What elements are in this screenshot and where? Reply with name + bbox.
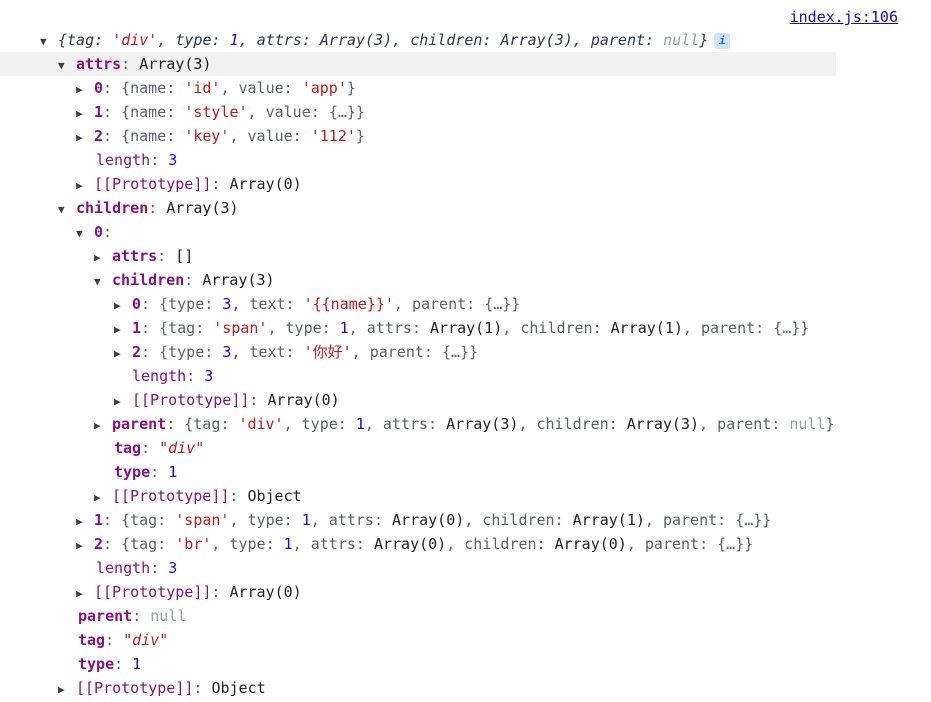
source-link[interactable]: index.js:106 (790, 8, 898, 26)
grandchild-row[interactable]: ▶ 0: {type: 3, text: '{{name}}', parent: … (0, 292, 931, 316)
expand-triangle-down-icon[interactable]: ▼ (58, 198, 76, 222)
children-row[interactable]: ▼ children: Array(3) (0, 196, 931, 220)
expand-triangle-right-icon[interactable]: ▶ (114, 390, 132, 414)
child-0-row[interactable]: ▼ 0: (0, 220, 931, 244)
expand-triangle-down-icon[interactable]: ▼ (58, 54, 76, 78)
child-0-attrs-row[interactable]: ▶ attrs: [] (0, 244, 931, 268)
grandchild-row[interactable]: ▶ 1: {tag: 'span', type: 1, attrs: Array(… (0, 316, 931, 340)
child-2-row[interactable]: ▶ 2: {tag: 'br', type: 1, attrs: Array(0)… (0, 532, 931, 556)
root-tag-row: tag: "div" (78, 631, 169, 649)
expand-triangle-down-icon[interactable]: ▼ (94, 270, 112, 294)
prototype-row[interactable]: ▶ [[Prototype]]: Array(0) (0, 172, 931, 196)
attr-item-row[interactable]: ▶ 2: {name: 'key', value: '112'} (0, 124, 931, 148)
root-parent-row: parent: null (78, 607, 187, 625)
property-key: attrs (76, 55, 122, 73)
child-0-parent-row[interactable]: ▶ parent: {tag: 'div', type: 1, attrs: Ar… (0, 412, 931, 436)
root-object-row[interactable]: ▼ {tag: 'div', type: 1, attrs: Array(3), … (0, 28, 931, 52)
expand-triangle-right-icon[interactable]: ▶ (94, 486, 112, 510)
attr-item-row[interactable]: ▶ 1: {name: 'style', value: {…}} (0, 100, 931, 124)
child-0-type-row: type: 1 (114, 463, 178, 481)
prototype-row[interactable]: ▶ [[Prototype]]: Object (0, 676, 931, 700)
expand-triangle-right-icon[interactable]: ▶ (58, 678, 76, 702)
expand-triangle-right-icon[interactable]: ▶ (76, 126, 94, 150)
child-0-tag-row: tag: "div" (114, 439, 205, 457)
expand-triangle-right-icon[interactable]: ▶ (114, 294, 132, 318)
grandchild-row[interactable]: ▶ 2: {type: 3, text: '你好', parent: {…}} (0, 340, 931, 364)
expand-triangle-right-icon[interactable]: ▶ (76, 582, 94, 606)
info-icon[interactable]: i (714, 33, 731, 49)
length-row: length: 3 (132, 367, 214, 385)
prototype-row[interactable]: ▶ [[Prototype]]: Array(0) (0, 580, 931, 604)
expand-triangle-right-icon[interactable]: ▶ (76, 102, 94, 126)
property-value: Array(3) (139, 55, 212, 73)
expand-triangle-right-icon[interactable]: ▶ (114, 318, 132, 342)
expand-triangle-right-icon[interactable]: ▶ (76, 78, 94, 102)
expand-triangle-down-icon[interactable]: ▼ (40, 30, 58, 54)
expand-triangle-right-icon[interactable]: ▶ (76, 510, 94, 534)
expand-triangle-right-icon[interactable]: ▶ (94, 414, 112, 438)
child-0-children-row[interactable]: ▼ children: Array(3) (0, 268, 931, 292)
prototype-row[interactable]: ▶ [[Prototype]]: Object (0, 484, 931, 508)
attr-item-row[interactable]: ▶ 0: {name: 'id', value: 'app'} (0, 76, 931, 100)
child-1-row[interactable]: ▶ 1: {tag: 'span', type: 1, attrs: Array(… (0, 508, 931, 532)
expand-triangle-right-icon[interactable]: ▶ (114, 342, 132, 366)
root-preview: {tag: 'div', type: 1, attrs: Array(3), c… (58, 31, 709, 49)
expand-triangle-right-icon[interactable]: ▶ (94, 246, 112, 270)
prototype-row[interactable]: ▶ [[Prototype]]: Array(0) (0, 388, 931, 412)
expand-triangle-right-icon[interactable]: ▶ (76, 534, 94, 558)
length-row: length: 3 (96, 151, 178, 169)
expand-triangle-down-icon[interactable]: ▼ (76, 222, 94, 246)
length-row: length: 3 (96, 559, 178, 577)
attrs-row[interactable]: ▼ attrs: Array(3) (0, 52, 836, 76)
root-type-row: type: 1 (78, 655, 142, 673)
expand-triangle-right-icon[interactable]: ▶ (76, 174, 94, 198)
